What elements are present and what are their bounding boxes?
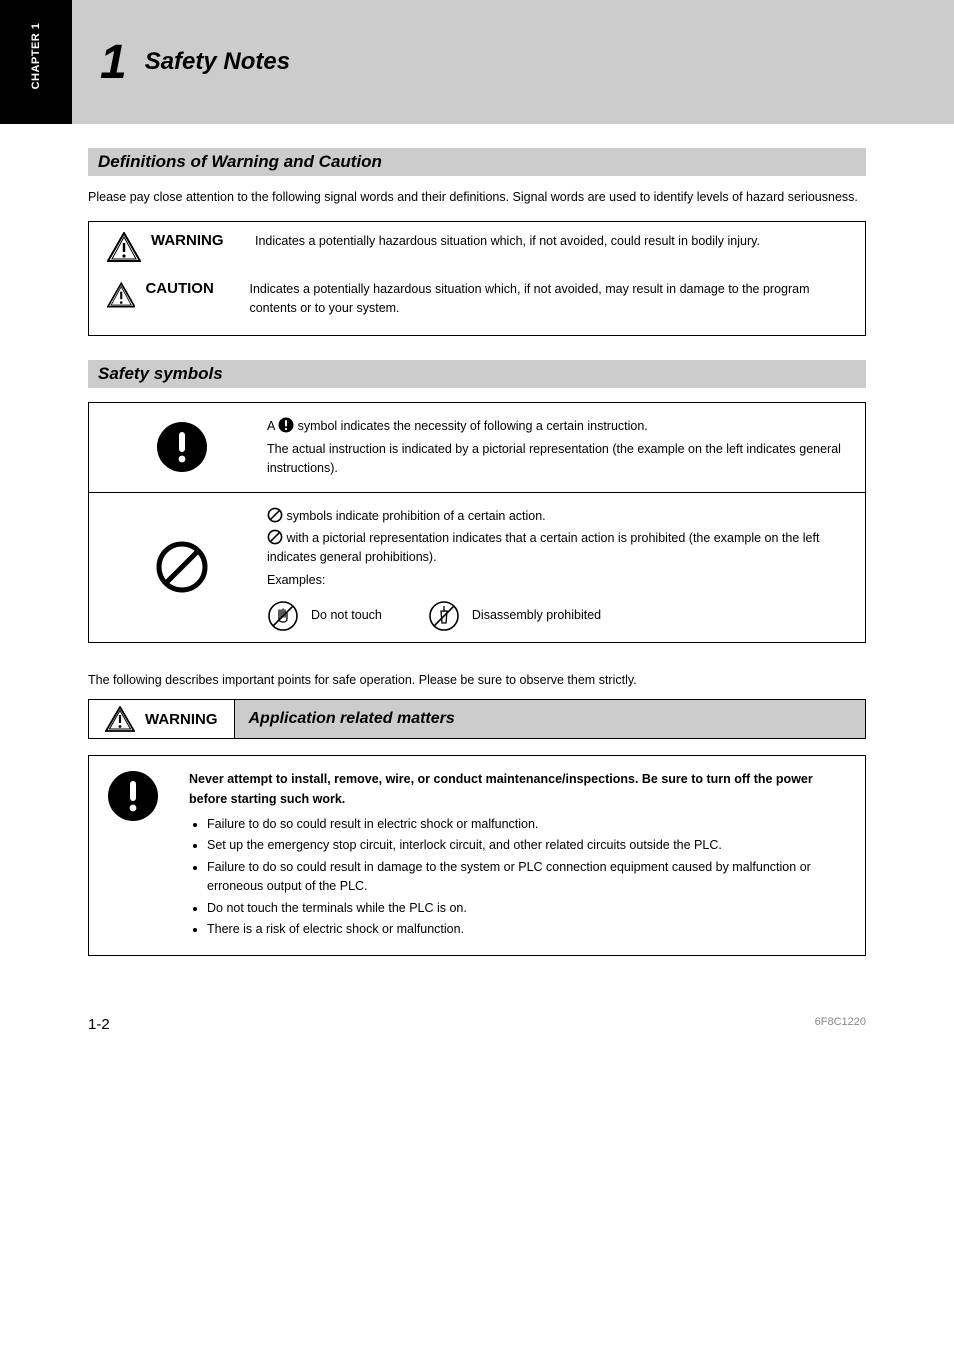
instruction-text: Never attempt to install, remove, wire, … — [167, 770, 847, 941]
example-text-2: Disassembly prohibited — [472, 606, 601, 625]
definitions-intro: Please pay close attention to the follow… — [88, 188, 866, 207]
signal-word-box: WARNING Indicates a potentially hazardou… — [88, 221, 866, 337]
mandatory-text-a: A — [267, 419, 278, 433]
signal-row-caution: CAUTION Indicates a potentially hazardou… — [89, 280, 865, 336]
example-disassembly: Disassembly prohibited — [428, 600, 601, 632]
mandatory-detail: The actual instruction is indicated by a… — [267, 440, 847, 478]
instruction-item: Failure to do so could result in electri… — [207, 815, 847, 834]
mandatory-icon-large — [156, 421, 208, 473]
warning-definition: Indicates a potentially hazardous situat… — [255, 232, 760, 251]
application-note: The following describes important points… — [88, 671, 866, 690]
warning-triangle-icon-2 — [105, 706, 135, 732]
prohibit-icon-large — [156, 541, 208, 593]
caution-label: CAUTION — [145, 280, 235, 297]
mandatory-icon-large-2 — [107, 770, 159, 822]
prohibit-icon-inline-1 — [267, 507, 283, 523]
caution-triangle-icon — [107, 280, 135, 310]
instruction-lead: Never attempt to install, remove, wire, … — [189, 772, 813, 805]
chapter-number: 1 — [100, 35, 127, 90]
mandatory-text-b: symbol indicates the necessity of follow… — [298, 419, 648, 433]
disassembly-prohibited-icon — [428, 600, 460, 632]
examples-label: Examples: — [267, 571, 847, 590]
caution-definition: Indicates a potentially hazardous situat… — [249, 280, 847, 318]
prohibit-intro: symbols indicate prohibition of a certai… — [286, 509, 545, 523]
section-heading-definitions: Definitions of Warning and Caution — [88, 148, 866, 176]
warning-banner-label: WARNING — [145, 711, 218, 728]
instruction-box: Never attempt to install, remove, wire, … — [88, 755, 866, 956]
instruction-item: There is a risk of electric shock or mal… — [207, 920, 847, 939]
instruction-item: Do not touch the terminals while the PLC… — [207, 899, 847, 918]
doc-reference: 6F8C1220 — [815, 1016, 866, 1033]
instruction-item: Failure to do so could result in damage … — [207, 858, 847, 897]
prohibit-detail: with a pictorial representation indicate… — [267, 531, 819, 564]
prohibit-icon-inline-2 — [267, 529, 283, 545]
instruction-list: Failure to do so could result in electri… — [189, 815, 847, 939]
example-text-1: Do not touch — [311, 606, 382, 625]
chapter-title-band: 1 Safety Notes — [72, 0, 954, 124]
prohibit-symbol-row: symbols indicate prohibition of a certai… — [89, 492, 865, 642]
prohibit-examples: Do not touch Disassembly prohibited — [267, 600, 847, 632]
chapter-tab-label: CHAPTER 1 — [30, 23, 42, 90]
section-heading-safety-symbols: Safety symbols — [88, 360, 866, 388]
warning-banner-left: WARNING — [89, 700, 235, 738]
chapter-title: Safety Notes — [145, 48, 290, 76]
page-number: 1-2 — [88, 1016, 110, 1033]
chapter-tab: CHAPTER 1 — [0, 0, 72, 124]
mandatory-symbol-text: A symbol indicates the necessity of foll… — [257, 413, 847, 481]
warning-triangle-icon — [107, 232, 141, 262]
mandatory-symbol-row: A symbol indicates the necessity of foll… — [89, 403, 865, 491]
signal-row-warning: WARNING Indicates a potentially hazardou… — [89, 222, 865, 280]
example-do-not-touch: Do not touch — [267, 600, 382, 632]
chapter-header: CHAPTER 1 1 Safety Notes — [0, 0, 954, 124]
warning-label: WARNING — [151, 232, 241, 249]
page-footer: 1-2 6F8C1220 — [0, 956, 954, 1033]
do-not-touch-icon — [267, 600, 299, 632]
mandatory-icon-inline — [278, 417, 294, 433]
prohibit-symbol-text: symbols indicate prohibition of a certai… — [257, 503, 847, 632]
safety-symbols-box: A symbol indicates the necessity of foll… — [88, 402, 866, 642]
warning-banner: WARNING Application related matters — [88, 699, 866, 739]
instruction-item: Set up the emergency stop circuit, inter… — [207, 836, 847, 855]
warning-banner-title: Application related matters — [235, 700, 866, 738]
